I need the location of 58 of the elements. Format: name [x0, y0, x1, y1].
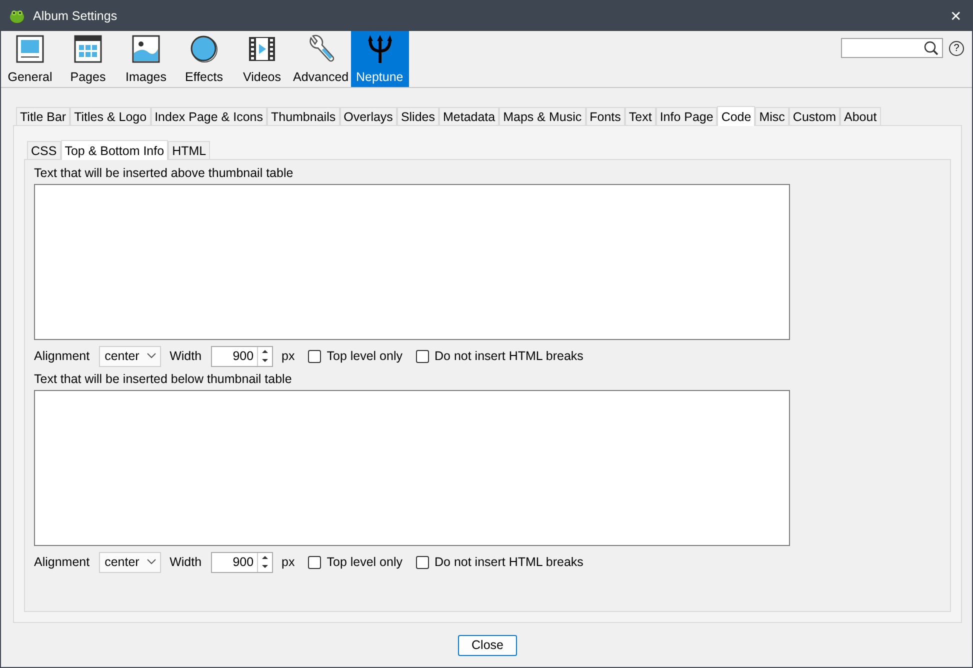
tab[interactable]: HTML: [168, 141, 210, 159]
tab[interactable]: Index Page & Icons: [150, 107, 267, 125]
close-icon[interactable]: ✕: [948, 8, 964, 24]
tab[interactable]: Custom: [788, 107, 840, 125]
tab[interactable]: Info Page: [656, 107, 718, 125]
checkbox[interactable]: [308, 556, 321, 568]
tab[interactable]: Metadata: [438, 107, 500, 125]
toolbar-button[interactable]: Neptune: [350, 31, 409, 87]
tab[interactable]: Misc: [755, 107, 789, 125]
checkbox[interactable]: [308, 350, 321, 362]
tab[interactable]: Title Bar: [16, 107, 70, 125]
toolbar-button[interactable]: Images: [117, 31, 175, 87]
help-icon[interactable]: ?: [949, 41, 964, 56]
toolbar-button[interactable]: General: [1, 31, 59, 87]
tab[interactable]: Thumbnails: [266, 107, 340, 125]
image-icon: [130, 33, 162, 65]
checkbox-label: Do not insert HTML breaks: [434, 349, 584, 363]
toolbar-button[interactable]: Pages: [59, 31, 117, 87]
toolbar-button[interactable]: Videos: [233, 31, 291, 87]
chevron-down-icon: [146, 353, 156, 359]
tab[interactable]: Overlays: [340, 107, 397, 125]
tab[interactable]: Maps & Music: [499, 107, 586, 125]
checkbox[interactable]: [416, 350, 428, 362]
section-label: Text that will be inserted above thumbnail table: [34, 166, 294, 182]
window-title: Album Settings: [33, 9, 118, 23]
frog-icon: [9, 8, 25, 24]
width-label: Width: [170, 349, 202, 363]
grid-icon: [72, 33, 104, 65]
checkbox-label: Top level only: [326, 349, 402, 363]
width-spinner[interactable]: 900: [210, 346, 273, 366]
tab[interactable]: Top & Bottom Info: [60, 140, 168, 160]
chevron-down-icon: [146, 559, 156, 565]
tab[interactable]: Titles & Logo: [70, 107, 151, 125]
alignment-label: Alignment: [34, 349, 90, 363]
alignment-label: Alignment: [34, 555, 90, 569]
unit-label: px: [282, 349, 295, 363]
width-label: Width: [170, 555, 202, 569]
tab[interactable]: Fonts: [586, 107, 625, 125]
unit-label: px: [282, 555, 295, 569]
tab[interactable]: About: [840, 107, 881, 125]
tab[interactable]: CSS: [27, 141, 61, 159]
close-button[interactable]: Close: [458, 634, 517, 656]
checkbox-label: Top level only: [326, 555, 402, 569]
search-field[interactable]: [841, 38, 943, 58]
alignment-dropdown[interactable]: center: [98, 552, 161, 572]
toolbar-button[interactable]: Advanced: [291, 31, 351, 87]
checkbox-label: Do not insert HTML breaks: [434, 555, 584, 569]
monitor-icon: [14, 33, 46, 65]
alignment-dropdown[interactable]: center: [98, 346, 161, 366]
section-label: Text that will be inserted below thumbnail table: [34, 372, 293, 388]
tab[interactable]: Text: [624, 107, 656, 125]
width-spinner[interactable]: 900: [210, 552, 273, 572]
tab[interactable]: Code: [717, 106, 756, 126]
checkbox[interactable]: [416, 556, 428, 568]
tab[interactable]: Slides: [396, 107, 439, 125]
circle-icon: [188, 33, 220, 65]
search-icon: [924, 40, 939, 56]
toolbar-button[interactable]: Effects: [175, 31, 233, 87]
